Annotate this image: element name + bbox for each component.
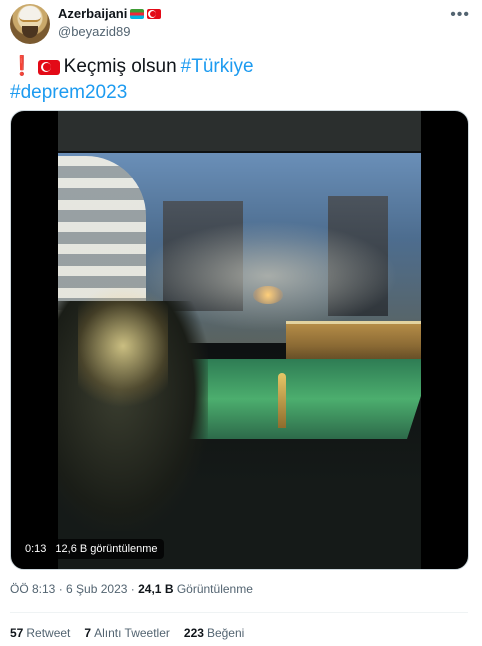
tweet-text: ❗ Keçmiş olsun #Türkiye #deprem2023 xyxy=(10,54,470,106)
tweet-text-body: Keçmiş olsun xyxy=(63,56,177,77)
retweets-label: Retweet xyxy=(26,626,71,640)
meta-separator: · xyxy=(58,582,67,596)
author-handle[interactable]: @beyazid89 xyxy=(58,24,130,39)
avatar-turban xyxy=(19,6,41,22)
avatar-beard xyxy=(22,26,38,38)
tweet-meta: ÖÖ 8:13 · 6 Şub 2023 · 24,1 B Görüntülen… xyxy=(10,582,253,596)
video-fire xyxy=(253,286,283,304)
hashtag-link[interactable]: #deprem2023 xyxy=(10,80,127,106)
tweet-date[interactable]: 6 Şub 2023 xyxy=(66,582,127,596)
views-label: Görüntülenme xyxy=(176,582,253,596)
author-display-name[interactable]: Azerbaijani xyxy=(58,6,127,21)
video-view-badge: 0:13 12,6 B görüntülenme xyxy=(19,539,164,559)
video-views: 12,6 B görüntülenme xyxy=(55,543,158,555)
likes-label: Beğeni xyxy=(206,626,245,640)
more-options-icon[interactable]: ••• xyxy=(450,6,470,24)
likes-count: 223 xyxy=(183,626,204,640)
tweet-header: Azerbaijani @beyazid89 ••• xyxy=(10,4,472,46)
retweets-count: 57 xyxy=(10,626,24,640)
azerbaijan-flag-icon xyxy=(130,8,145,19)
video-player[interactable]: 0:13 12,6 B görüntülenme xyxy=(10,110,469,570)
tweet-stats: 57 Retweet 7 Alıntı Tweetler 223 Beğeni xyxy=(10,626,244,640)
video-scene-top xyxy=(58,111,421,151)
retweets-stat[interactable]: 57 Retweet xyxy=(10,626,70,640)
hashtag-link[interactable]: #Türkiye xyxy=(181,54,254,80)
video-umbrella xyxy=(278,373,286,428)
tweet-text-line-2: #deprem2023 xyxy=(10,80,470,106)
video-frame[interactable] xyxy=(58,111,421,569)
red-exclamation-icon: ❗ xyxy=(10,56,34,77)
quotes-count: 7 xyxy=(84,626,92,640)
author-name-line[interactable]: Azerbaijani xyxy=(58,6,162,21)
views-count: 24,1 B xyxy=(138,582,174,596)
likes-stat[interactable]: 223 Beğeni xyxy=(184,626,244,640)
tweet-time[interactable]: ÖÖ 8:13 xyxy=(10,582,55,596)
turkey-flag-icon xyxy=(147,8,162,19)
quotes-stat[interactable]: 7 Alıntı Tweetler xyxy=(84,626,170,640)
video-timestamp: 0:13 xyxy=(25,543,47,555)
quotes-label: Alıntı Tweetler xyxy=(94,626,170,640)
tweet-text-line-1: ❗ Keçmiş olsun #Türkiye xyxy=(10,54,470,80)
video-light-glow xyxy=(78,271,168,421)
divider xyxy=(10,612,468,613)
avatar[interactable] xyxy=(10,4,50,44)
turkey-flag-icon xyxy=(37,59,60,75)
